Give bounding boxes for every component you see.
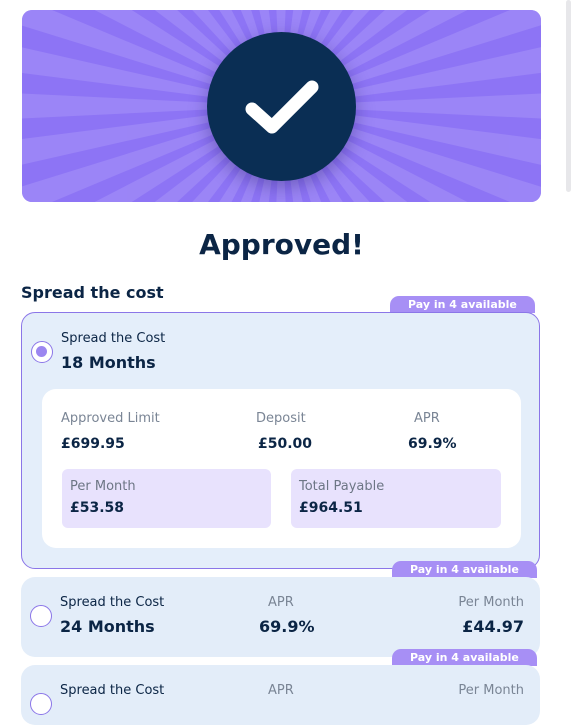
per-month-label: Per Month (458, 595, 524, 610)
per-month-value: £44.97 (462, 617, 524, 636)
per-month-label: Per Month (70, 479, 136, 494)
plan-radio[interactable] (30, 605, 52, 627)
per-month-value: £53.58 (70, 500, 125, 516)
pay-in-4-badge: Pay in 4 available (392, 561, 537, 578)
plan-label: Spread the Cost (60, 595, 165, 610)
deposit-label: Deposit (256, 411, 306, 426)
plan-radio-selected[interactable] (31, 341, 53, 363)
plan-radio[interactable] (30, 693, 52, 715)
total-payable-label: Total Payable (299, 479, 385, 494)
apr-label: APR (268, 595, 294, 610)
plan-option-24-months[interactable]: Spread the Cost 24 Months APR 69.9% Per … (21, 577, 540, 657)
plan-term: 24 Months (60, 617, 155, 636)
pay-in-4-badge: Pay in 4 available (392, 649, 537, 666)
apr-value: 69.9% (259, 617, 315, 636)
approved-limit-value: £699.95 (61, 436, 125, 452)
apr-value: 69.9% (408, 436, 457, 452)
total-payable-value: £964.51 (299, 500, 363, 516)
plan-label: Spread the Cost (60, 683, 165, 698)
deposit-value: £50.00 (258, 436, 313, 452)
apr-label: APR (268, 683, 294, 698)
plan-option[interactable]: Spread the Cost APR Per Month (21, 665, 540, 725)
section-heading: Spread the cost (21, 283, 164, 302)
per-month-label: Per Month (458, 683, 524, 698)
checkmark-icon (245, 80, 318, 133)
approved-limit-label: Approved Limit (61, 411, 160, 426)
success-badge (207, 32, 356, 181)
scrollbar[interactable] (566, 0, 571, 192)
approval-banner (22, 10, 541, 202)
pay-in-4-badge: Pay in 4 available (390, 296, 535, 313)
page-title: Approved! (199, 228, 364, 261)
plan-option-18-months[interactable]: Spread the Cost 18 Months Approved Limit… (21, 312, 540, 569)
apr-label: APR (414, 411, 440, 426)
plan-label: Spread the Cost (61, 331, 166, 346)
total-payable-box: Total Payable £964.51 (291, 469, 501, 528)
plan-term: 18 Months (61, 353, 156, 372)
plan-details-panel: Approved Limit £699.95 Deposit £50.00 AP… (42, 389, 521, 548)
per-month-box: Per Month £53.58 (62, 469, 271, 528)
